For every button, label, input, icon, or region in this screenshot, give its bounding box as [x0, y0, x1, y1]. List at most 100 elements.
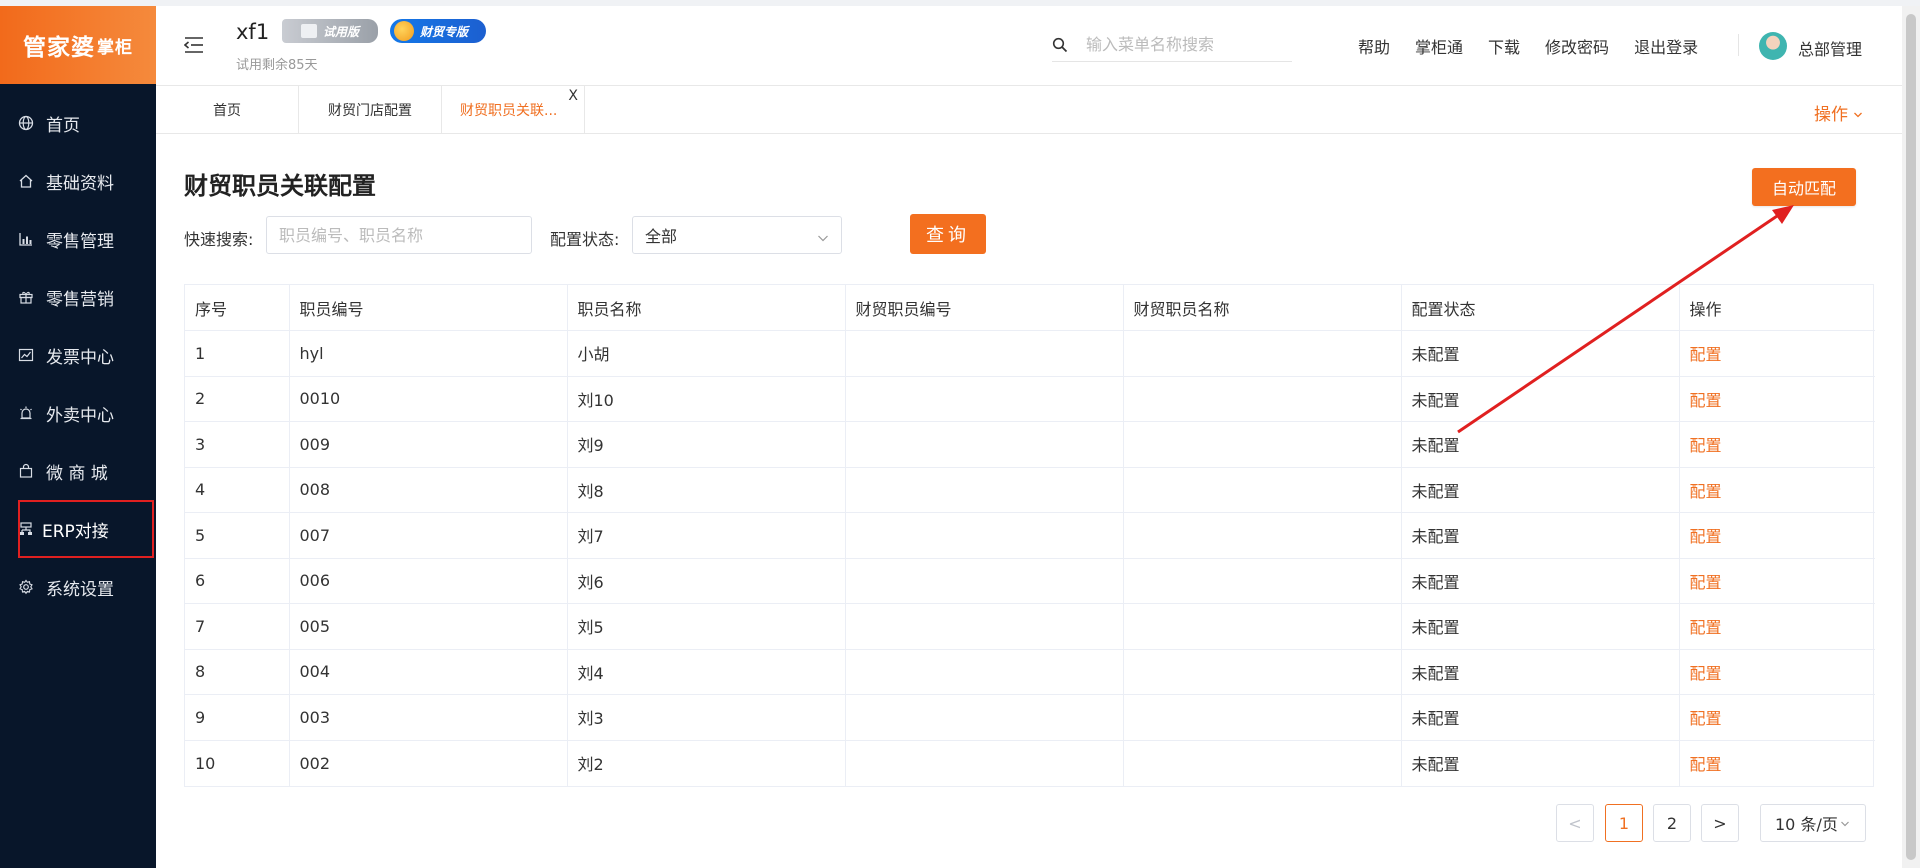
query-button[interactable]: 查询	[910, 214, 986, 254]
cell-index: 7	[185, 603, 290, 650]
network-icon	[18, 521, 34, 537]
column-header: 序号	[185, 285, 290, 331]
configure-link[interactable]: 配置	[1679, 558, 1875, 604]
scrollbar-thumb[interactable]	[1906, 14, 1916, 860]
table-header-row: 序号 职员编号 职员名称 财贸职员编号 财贸职员名称 配置状态 操作	[185, 285, 1875, 331]
globe-icon	[18, 115, 34, 131]
menu-fold-icon[interactable]	[183, 36, 204, 54]
change-password-link[interactable]: 修改密码	[1545, 34, 1609, 58]
close-icon[interactable]: X	[568, 88, 578, 104]
cell-status: 未配置	[1401, 740, 1680, 786]
app-logo[interactable]: 管家婆 掌柜	[0, 6, 156, 84]
cell-index: 2	[185, 376, 290, 422]
tab-label: 首页	[213, 103, 241, 119]
cell-staff-code: 006	[289, 558, 568, 604]
cell-staff-code: 007	[289, 512, 568, 559]
configure-link[interactable]: 配置	[1679, 649, 1875, 695]
configure-link[interactable]: 配置	[1679, 467, 1875, 513]
operations-dropdown[interactable]: 操作	[1814, 100, 1863, 125]
page-1-button[interactable]: 1	[1605, 804, 1643, 842]
tab-store-config[interactable]: 财贸门店配置	[299, 86, 442, 134]
configure-link[interactable]: 配置	[1679, 740, 1875, 786]
main-content: 财贸职员关联配置 自动匹配 快速搜索: 配置状态: 全部 查询 序号 职员编号 …	[156, 134, 1902, 868]
cell-staff-name: 刘7	[567, 512, 846, 559]
trial-remaining: 试用剩余85天	[236, 58, 318, 73]
sidebar-item-retail-marketing[interactable]: 零售营销	[0, 268, 156, 326]
cell-staff-name: 刘8	[567, 467, 846, 513]
trial-badge-label: 试用版	[322, 24, 359, 39]
configure-link[interactable]: 配置	[1679, 421, 1875, 468]
cell-status: 未配置	[1401, 694, 1680, 741]
page-size-select[interactable]: 10 条/页	[1760, 804, 1866, 842]
tab-label: 财贸门店配置	[328, 103, 412, 119]
cell-staff-code: 0010	[289, 376, 568, 422]
sidebar-item-basic-data[interactable]: 基础资料	[0, 152, 156, 210]
configure-link[interactable]: 配置	[1679, 694, 1875, 741]
auto-match-button[interactable]: 自动匹配	[1752, 168, 1856, 206]
table-row: 10 002 刘2 未配置 配置	[185, 740, 1875, 786]
cell-finance-name	[1123, 421, 1402, 468]
pagination: < 1 2 > 10 条/页	[0, 804, 1920, 842]
table-row: 1 hyl 小胡 未配置 配置	[185, 330, 1875, 377]
cell-finance-code	[845, 740, 1124, 786]
sidebar-item-delivery-center[interactable]: 外卖中心	[0, 384, 156, 442]
page-2-button[interactable]: 2	[1653, 804, 1691, 842]
next-page-button[interactable]: >	[1701, 804, 1739, 842]
download-link[interactable]: 下载	[1488, 34, 1520, 58]
tab-home[interactable]: 首页	[156, 86, 299, 134]
column-header: 职员名称	[567, 285, 846, 331]
sidebar-item-erp[interactable]: ERP对接	[18, 500, 154, 558]
cell-staff-code: 002	[289, 740, 568, 786]
cell-finance-name	[1123, 558, 1402, 604]
cell-index: 5	[185, 512, 290, 559]
trial-badge-icon	[300, 24, 317, 38]
page-scrollbar[interactable]	[1902, 6, 1920, 868]
chevron-down-icon	[1840, 814, 1850, 833]
cell-status: 未配置	[1401, 649, 1680, 695]
column-header: 财贸职员编号	[845, 285, 1124, 331]
configure-link[interactable]: 配置	[1679, 512, 1875, 559]
zhanggui-link[interactable]: 掌柜通	[1415, 34, 1463, 58]
cell-finance-name	[1123, 740, 1402, 786]
cell-finance-code	[845, 467, 1124, 513]
user-name[interactable]: 总部管理	[1798, 36, 1862, 60]
tab-staff-association[interactable]: 财贸职员关联... X	[442, 86, 585, 134]
table-row: 4 008 刘8 未配置 配置	[185, 467, 1875, 513]
configure-link[interactable]: 配置	[1679, 376, 1875, 422]
table-row: 6 006 刘6 未配置 配置	[185, 558, 1875, 604]
column-header: 操作	[1679, 285, 1875, 331]
logo-sub: 掌柜	[97, 37, 133, 58]
status-select[interactable]: 全部	[632, 216, 842, 254]
cell-status: 未配置	[1401, 558, 1680, 604]
menu-search	[1052, 28, 1292, 62]
table-row: 3 009 刘9 未配置 配置	[185, 421, 1875, 468]
prev-page-button[interactable]: <	[1556, 804, 1594, 842]
globe-badge-icon	[394, 21, 414, 41]
sidebar-item-system-settings[interactable]: 系统设置	[0, 558, 156, 616]
company-name: xf1	[236, 20, 270, 44]
logout-link[interactable]: 退出登录	[1634, 34, 1698, 58]
cell-staff-code: 003	[289, 694, 568, 741]
search-icon[interactable]	[1052, 37, 1068, 53]
quick-search-input[interactable]	[266, 216, 532, 254]
cell-finance-code	[845, 330, 1124, 377]
cell-finance-name	[1123, 376, 1402, 422]
cell-status: 未配置	[1401, 467, 1680, 513]
table-row: 7 005 刘5 未配置 配置	[185, 603, 1875, 650]
sidebar-item-label: 首页	[46, 115, 80, 136]
line-chart-icon	[18, 347, 34, 363]
sidebar-item-invoice-center[interactable]: 发票中心	[0, 326, 156, 384]
sidebar-item-retail-management[interactable]: 零售管理	[0, 210, 156, 268]
menu-search-input[interactable]	[1086, 35, 1292, 54]
cell-staff-code: 004	[289, 649, 568, 695]
configure-link[interactable]: 配置	[1679, 330, 1875, 377]
logo-main: 管家婆	[23, 35, 95, 61]
header-divider	[1738, 34, 1739, 56]
table-row: 2 0010 刘10 未配置 配置	[185, 376, 1875, 422]
sidebar-item-micro-mall[interactable]: 微 商 城	[0, 442, 156, 500]
configure-link[interactable]: 配置	[1679, 603, 1875, 650]
sidebar-item-home[interactable]: 首页	[0, 94, 156, 152]
help-link[interactable]: 帮助	[1358, 34, 1390, 58]
header-links: 帮助 掌柜通 下载 修改密码 退出登录	[1358, 34, 1723, 58]
avatar[interactable]	[1759, 32, 1787, 60]
